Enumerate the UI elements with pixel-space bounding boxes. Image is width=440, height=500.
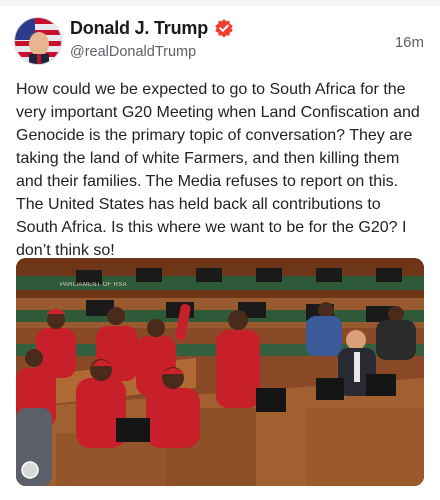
user-handle[interactable]: @realDonaldTrump (70, 44, 196, 60)
post-header: Donald J. Trump @realDonaldTrump 16m (14, 14, 426, 70)
name-row: Donald J. Trump (70, 16, 234, 40)
top-divider (0, 0, 440, 6)
post-body: How could we be expected to go to South … (16, 81, 420, 259)
verified-badge-icon (214, 18, 234, 38)
post-timestamp[interactable]: 16m (395, 34, 424, 51)
post-media-video[interactable]: PARLIAMENT OF RSA (16, 258, 424, 486)
display-name[interactable]: Donald J. Trump (70, 18, 208, 39)
video-watermark: PARLIAMENT OF RSA (60, 282, 127, 288)
avatar[interactable] (14, 17, 62, 65)
